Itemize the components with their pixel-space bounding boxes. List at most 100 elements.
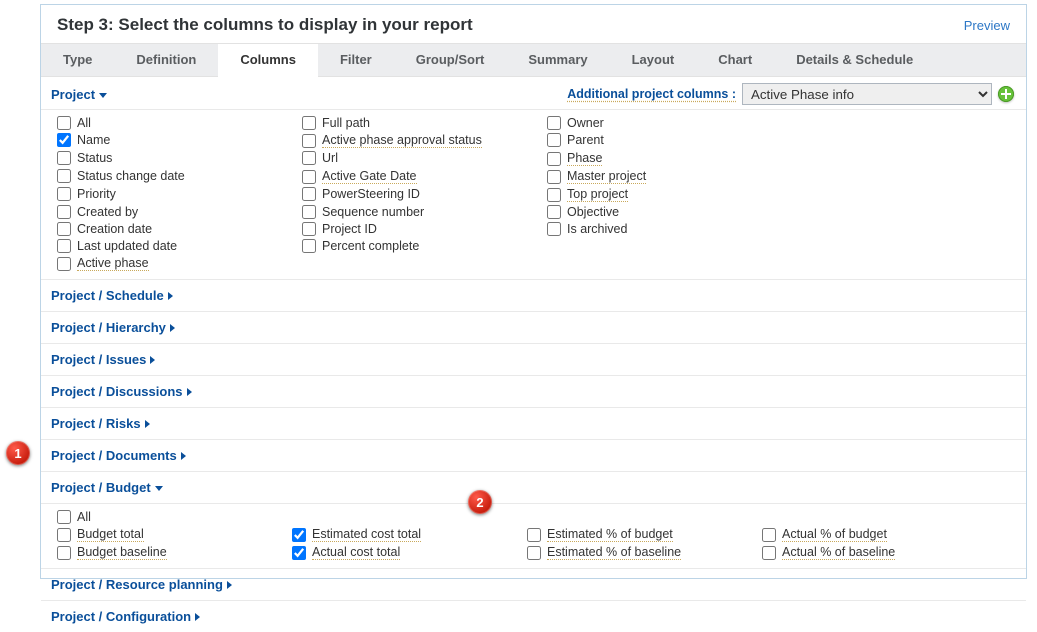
tab-definition[interactable]: Definition (114, 44, 218, 76)
column-label: Active phase approval status (322, 133, 482, 148)
column-option-actual-of-budget[interactable]: Actual % of budget (762, 527, 997, 542)
column-label: Url (322, 151, 338, 165)
column-checkbox[interactable] (302, 187, 316, 201)
column-checkbox[interactable] (292, 528, 306, 542)
section-toggle-project-issues[interactable]: Project / Issues (51, 352, 155, 367)
column-option-all[interactable]: All (57, 510, 292, 524)
column-checkbox[interactable] (57, 257, 71, 271)
column-option-status-change-date[interactable]: Status change date (57, 169, 292, 183)
column-checkbox[interactable] (57, 546, 71, 560)
column-checkbox[interactable] (302, 205, 316, 219)
tab-chart[interactable]: Chart (696, 44, 774, 76)
column-option-top-project[interactable]: Top project (547, 187, 782, 202)
tab-columns[interactable]: Columns (218, 44, 318, 77)
column-option-estimated-cost-total[interactable]: Estimated cost total (292, 527, 467, 542)
column-option-name[interactable]: Name (57, 133, 292, 147)
step-title: Step 3: Select the columns to display in… (57, 15, 473, 35)
column-option-is-archived[interactable]: Is archived (547, 222, 782, 236)
column-checkbox[interactable] (57, 187, 71, 201)
column-option-project-id[interactable]: Project ID (302, 222, 537, 236)
additional-columns-select[interactable]: Active Phase info (742, 83, 992, 105)
column-option-estimated-of-budget[interactable]: Estimated % of budget (527, 527, 762, 542)
column-option-percent-complete[interactable]: Percent complete (302, 239, 537, 253)
column-checkbox[interactable] (57, 205, 71, 219)
column-option-active-phase[interactable]: Active phase (57, 256, 292, 271)
column-checkbox[interactable] (547, 116, 561, 130)
column-checkbox[interactable] (302, 151, 316, 165)
column-checkbox[interactable] (302, 239, 316, 253)
section-toggle-project-resource-planning[interactable]: Project / Resource planning (51, 577, 232, 592)
callout-badge-1: 1 (6, 441, 30, 465)
section-label: Project / Hierarchy (51, 320, 166, 335)
tab-details-schedule[interactable]: Details & Schedule (774, 44, 935, 76)
column-option-objective[interactable]: Objective (547, 205, 782, 219)
column-checkbox[interactable] (547, 152, 561, 166)
column-checkbox[interactable] (302, 222, 316, 236)
column-option-budget-total[interactable]: Budget total (57, 527, 292, 542)
column-option-budget-baseline[interactable]: Budget baseline (57, 545, 292, 560)
column-checkbox[interactable] (57, 151, 71, 165)
column-checkbox[interactable] (57, 169, 71, 183)
tab-layout[interactable]: Layout (610, 44, 697, 76)
column-checkbox[interactable] (292, 546, 306, 560)
column-label: Created by (77, 205, 138, 219)
tab-group-sort[interactable]: Group/Sort (394, 44, 507, 76)
column-option-phase[interactable]: Phase (547, 151, 782, 166)
column-checkbox[interactable] (547, 222, 561, 236)
section-toggle-project-schedule[interactable]: Project / Schedule (51, 288, 173, 303)
column-checkbox[interactable] (57, 133, 71, 147)
tab-summary[interactable]: Summary (506, 44, 609, 76)
column-option-estimated-of-baseline[interactable]: Estimated % of baseline (527, 545, 762, 560)
column-label: Parent (567, 133, 604, 147)
column-option-all[interactable]: All (57, 116, 292, 130)
project-section-toggle[interactable]: Project (51, 87, 107, 102)
column-option-full-path[interactable]: Full path (302, 116, 537, 130)
column-checkbox[interactable] (527, 528, 541, 542)
column-checkbox[interactable] (302, 134, 316, 148)
column-option-active-gate-date[interactable]: Active Gate Date (302, 169, 537, 184)
column-checkbox[interactable] (527, 546, 541, 560)
column-checkbox[interactable] (302, 116, 316, 130)
column-option-parent[interactable]: Parent (547, 133, 782, 147)
section-toggle-project-hierarchy[interactable]: Project / Hierarchy (51, 320, 175, 335)
column-label: Project ID (322, 222, 377, 236)
tab-type[interactable]: Type (41, 44, 114, 76)
column-option-actual-of-baseline[interactable]: Actual % of baseline (762, 545, 997, 560)
project-budget-toggle[interactable]: Project / Budget (51, 480, 163, 495)
column-checkbox[interactable] (57, 116, 71, 130)
column-option-creation-date[interactable]: Creation date (57, 222, 292, 236)
column-checkbox[interactable] (762, 546, 776, 560)
column-option-status[interactable]: Status (57, 151, 292, 165)
wizard-tabs: Type Definition Columns Filter Group/Sor… (41, 43, 1026, 77)
column-option-actual-cost-total[interactable]: Actual cost total (292, 545, 467, 560)
column-option-url[interactable]: Url (302, 151, 537, 165)
column-option-owner[interactable]: Owner (547, 116, 782, 130)
section-toggle-project-risks[interactable]: Project / Risks (51, 416, 150, 431)
column-checkbox[interactable] (57, 222, 71, 236)
column-checkbox[interactable] (547, 188, 561, 202)
tab-filter[interactable]: Filter (318, 44, 394, 76)
column-checkbox[interactable] (57, 239, 71, 253)
section-toggle-project-documents[interactable]: Project / Documents (51, 448, 186, 463)
column-checkbox[interactable] (547, 133, 561, 147)
add-column-button[interactable] (998, 86, 1014, 102)
column-option-last-updated-date[interactable]: Last updated date (57, 239, 292, 253)
column-checkbox[interactable] (57, 528, 71, 542)
column-option-active-phase-approval-status[interactable]: Active phase approval status (302, 133, 537, 148)
column-option-priority[interactable]: Priority (57, 187, 292, 201)
column-checkbox[interactable] (302, 170, 316, 184)
column-label: Estimated % of budget (547, 527, 673, 542)
section-toggle-project-configuration[interactable]: Project / Configuration (51, 609, 200, 624)
column-checkbox[interactable] (547, 205, 561, 219)
column-label: Actual cost total (312, 545, 400, 560)
preview-link[interactable]: Preview (964, 18, 1010, 33)
section-toggle-project-discussions[interactable]: Project / Discussions (51, 384, 192, 399)
column-option-created-by[interactable]: Created by (57, 205, 292, 219)
column-checkbox[interactable] (547, 170, 561, 184)
column-option-master-project[interactable]: Master project (547, 169, 782, 184)
column-option-sequence-number[interactable]: Sequence number (302, 205, 537, 219)
column-option-powersteering-id[interactable]: PowerSteering ID (302, 187, 537, 201)
column-label: Objective (567, 205, 619, 219)
column-checkbox[interactable] (762, 528, 776, 542)
column-checkbox[interactable] (57, 510, 71, 524)
